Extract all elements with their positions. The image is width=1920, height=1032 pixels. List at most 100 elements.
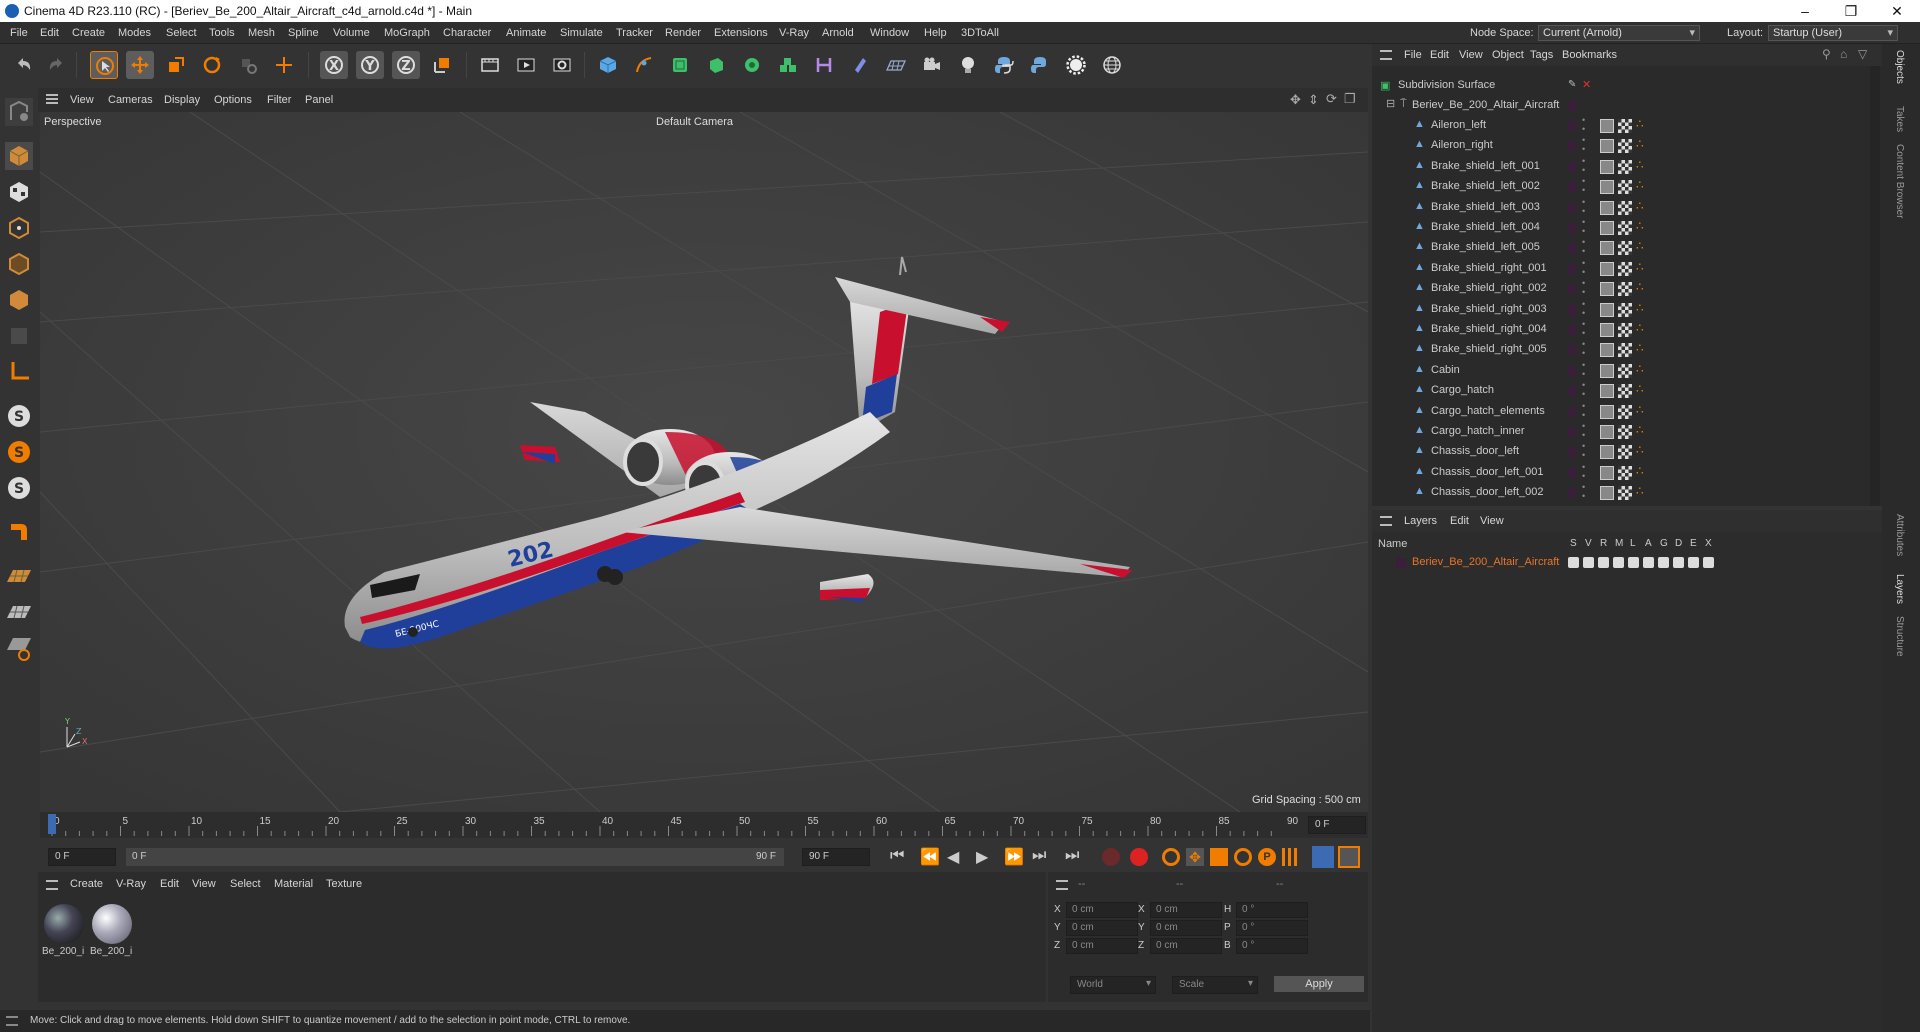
select-tool-button[interactable]: [90, 51, 118, 79]
visibility-dots-icon[interactable]: • •: [1582, 442, 1585, 460]
search-icon[interactable]: ⚲: [1822, 47, 1831, 61]
settings-gear-icon[interactable]: [1062, 51, 1090, 79]
uvw-tag-icon[interactable]: [1618, 343, 1632, 358]
layer-menu-view[interactable]: View: [1480, 515, 1504, 527]
dolly-view-icon[interactable]: ⇕: [1308, 92, 1319, 108]
visibility-dots-icon[interactable]: • •: [1582, 401, 1585, 420]
next-frame-icon[interactable]: ⏩: [1004, 847, 1024, 867]
object-row[interactable]: ▲ Chassis_door_left_001 • • ∴: [1372, 462, 1882, 483]
menu-character[interactable]: Character: [443, 27, 491, 39]
subdivision-surface-button[interactable]: [666, 51, 694, 79]
coord-field[interactable]: 0 °: [1236, 938, 1308, 954]
layout-select[interactable]: Startup (User) ▾: [1768, 25, 1898, 41]
material-tag-icon[interactable]: [1600, 241, 1614, 256]
object-scrollbar[interactable]: [1870, 66, 1880, 506]
layer-flag-toggle[interactable]: [1628, 557, 1639, 568]
layer-menu-edit[interactable]: Edit: [1450, 515, 1469, 527]
uvw-tag-icon[interactable]: [1618, 261, 1632, 276]
layer-flag-toggle[interactable]: [1613, 557, 1624, 568]
go-to-start-icon[interactable]: ⏮: [890, 847, 904, 865]
cube-object-button[interactable]: [594, 51, 622, 79]
motion-system-icon[interactable]: [1312, 846, 1334, 868]
uvw-tag-icon[interactable]: [1618, 221, 1632, 235]
filter-icon[interactable]: ▽: [1858, 47, 1867, 61]
layer-color-swatch[interactable]: [1568, 325, 1576, 335]
uvw-tag-icon[interactable]: [1618, 159, 1632, 174]
menu-arnold[interactable]: Arnold: [822, 27, 854, 39]
timeline-ruler[interactable]: 0 5 10 15 20 25 30 35 40 45 50 55 60 65 70 75 80 85 90 0 F: [40, 812, 1368, 838]
workplane-snap-button[interactable]: S: [5, 474, 33, 502]
layer-menu-layers[interactable]: Layers: [1404, 515, 1437, 527]
material-tag-icon[interactable]: [1600, 159, 1614, 174]
phong-tag-icon[interactable]: ∴: [1636, 117, 1644, 131]
menu-mesh[interactable]: Mesh: [248, 27, 275, 39]
coord-field[interactable]: 0 cm: [1066, 902, 1138, 918]
phong-tag-icon[interactable]: ∴: [1636, 464, 1644, 478]
object-row[interactable]: ▲ Brake_shield_left_001 • • ∴: [1372, 156, 1882, 177]
python-plugin-button[interactable]: [1026, 51, 1054, 79]
python-button[interactable]: [990, 51, 1018, 79]
obj-menu-edit[interactable]: Edit: [1430, 49, 1449, 61]
mat-menu-create[interactable]: Create: [70, 878, 103, 890]
menu-select[interactable]: Select: [166, 27, 197, 39]
uv-mode-button[interactable]: [5, 322, 33, 350]
workplane-button[interactable]: [5, 562, 33, 590]
object-row[interactable]: ▲ Brake_shield_left_003 • • ∴: [1372, 197, 1882, 218]
phong-tag-icon[interactable]: ∴: [1636, 280, 1644, 294]
texture-mode-button[interactable]: [5, 178, 33, 206]
material-tag-icon[interactable]: [1600, 221, 1614, 235]
uvw-tag-icon[interactable]: [1618, 180, 1632, 195]
uvw-tag-icon[interactable]: [1618, 139, 1632, 154]
menu-window[interactable]: Window: [870, 27, 909, 39]
uvw-tag-icon[interactable]: [1618, 486, 1632, 501]
viewport-menu-cameras[interactable]: Cameras: [108, 94, 153, 106]
layer-color-swatch[interactable]: [1568, 406, 1576, 417]
obj-menu-object[interactable]: Object: [1492, 49, 1524, 61]
layer-flag-toggle[interactable]: [1688, 557, 1699, 568]
uvw-tag-icon[interactable]: [1618, 363, 1632, 378]
next-key-icon[interactable]: ⏭: [1032, 847, 1046, 865]
layer-flag-toggle[interactable]: [1673, 557, 1684, 568]
make-editable-button[interactable]: [5, 98, 33, 126]
menu-simulate[interactable]: Simulate: [560, 27, 603, 39]
object-row[interactable]: ▲ Brake_shield_right_004 • • ∴: [1372, 320, 1882, 340]
panel-menu-icon[interactable]: [46, 880, 58, 890]
minimize-icon[interactable]: –: [1782, 0, 1828, 22]
close-icon[interactable]: ✕: [1874, 0, 1920, 22]
menu-tools[interactable]: Tools: [209, 27, 235, 39]
obj-menu-view[interactable]: View: [1459, 49, 1483, 61]
phong-tag-icon[interactable]: ∴: [1636, 423, 1644, 437]
coord-field[interactable]: 0 cm: [1150, 938, 1222, 954]
layer-color-swatch[interactable]: [1396, 558, 1406, 568]
camera-button[interactable]: [918, 51, 946, 79]
visibility-dots-icon[interactable]: • •: [1582, 177, 1585, 195]
mat-menu-edit[interactable]: Edit: [160, 878, 179, 890]
uvw-tag-icon[interactable]: [1618, 465, 1632, 480]
uvw-tag-icon[interactable]: [1618, 200, 1632, 215]
panel-menu-icon[interactable]: [1056, 880, 1068, 890]
phong-tag-icon[interactable]: ∴: [1636, 382, 1644, 396]
phong-tag-icon[interactable]: ∴: [1636, 443, 1644, 457]
layer-color-swatch[interactable]: [1568, 182, 1576, 193]
material-tag-icon[interactable]: [1600, 445, 1614, 460]
phong-tag-icon[interactable]: ∴: [1636, 362, 1644, 376]
uvw-tag-icon[interactable]: [1618, 241, 1632, 256]
material-swatch[interactable]: Be_200_i: [90, 902, 134, 962]
object-row[interactable]: ▲ Cargo_hatch • • ∴: [1372, 381, 1882, 401]
key-rotation-icon[interactable]: [1234, 848, 1252, 866]
autokey-icon[interactable]: [1130, 848, 1148, 866]
mat-menu-view[interactable]: View: [192, 878, 216, 890]
light-button[interactable]: [954, 51, 982, 79]
menu-extensions[interactable]: Extensions: [714, 27, 768, 39]
key-pla-icon[interactable]: [1282, 848, 1300, 866]
floor-button[interactable]: [882, 51, 910, 79]
phong-tag-icon[interactable]: ∴: [1636, 137, 1644, 151]
material-tag-icon[interactable]: [1600, 302, 1614, 317]
perspective-viewport[interactable]: 202 БЕ-200ЧС Y X Z Perspective Default C…: [40, 112, 1368, 812]
scale-select[interactable]: Scale ▾: [1172, 976, 1258, 994]
key-scale-icon[interactable]: [1210, 848, 1228, 866]
end-frame-field[interactable]: 90 F: [802, 848, 870, 866]
home-icon[interactable]: ⌂: [1840, 47, 1847, 61]
visibility-dots-icon[interactable]: • •: [1582, 136, 1585, 154]
viewport-menu-panel[interactable]: Panel: [305, 94, 333, 106]
